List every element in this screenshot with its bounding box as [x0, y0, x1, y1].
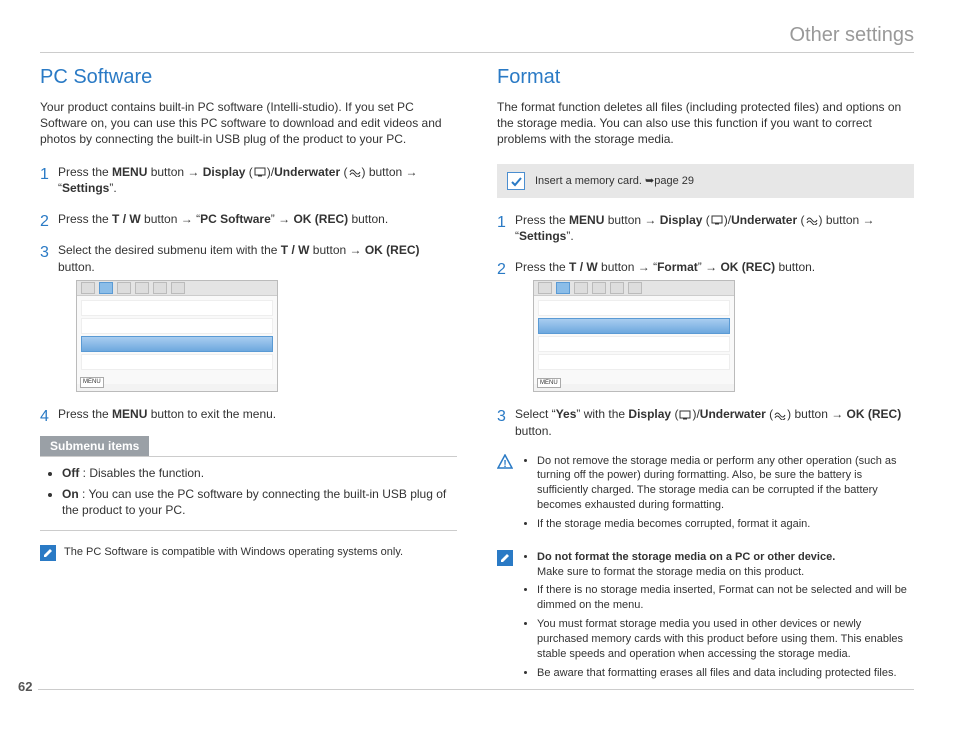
format-warning: ! Do not remove the storage media or per… — [497, 454, 914, 536]
underwater-icon — [349, 167, 361, 177]
pc-software-ui-screenshot: MENU — [76, 280, 278, 392]
format-intro: The format function deletes all files (i… — [497, 99, 914, 148]
ui-menu-label: MENU — [537, 378, 561, 388]
step-1: Press the MENU button → Display ()/Under… — [40, 164, 457, 198]
info-3: You must format storage media you used i… — [537, 617, 914, 662]
display-icon — [711, 215, 723, 225]
info-2: If there is no storage media inserted, F… — [537, 583, 914, 613]
pencil-note-icon — [497, 550, 513, 566]
section-title-pc-software: PC Software — [40, 66, 457, 89]
check-icon — [507, 172, 525, 190]
display-icon — [254, 167, 266, 177]
info-1: Do not format the storage media on a PC … — [537, 550, 914, 580]
warn-2: If the storage media becomes corrupted, … — [537, 517, 914, 532]
submenu-items-box: Off : Disables the function. On : You ca… — [40, 456, 457, 531]
right-column: Format The format function deletes all f… — [497, 60, 914, 685]
step-3: Select the desired submenu item with the… — [40, 242, 457, 392]
alert-icon: ! — [497, 454, 513, 470]
warn-1: Do not remove the storage media or perfo… — [537, 454, 914, 513]
format-step-1: Press the MENU button → Display ()/Under… — [497, 212, 914, 246]
svg-text:!: ! — [503, 459, 506, 470]
pencil-note-icon — [40, 545, 56, 561]
format-ui-screenshot: MENU — [533, 280, 735, 392]
pc-software-intro: Your product contains built-in PC softwa… — [40, 99, 457, 148]
pc-software-note: The PC Software is compatible with Windo… — [40, 545, 457, 561]
format-step-3: Select “Yes” with the Display ()/Underwa… — [497, 406, 914, 440]
info-4: Be aware that formatting erases all file… — [537, 666, 914, 681]
underwater-icon — [774, 410, 786, 420]
left-column: PC Software Your product contains built-… — [40, 60, 457, 685]
display-icon — [679, 410, 691, 420]
underwater-icon — [806, 215, 818, 225]
format-step-2: Press the T / W button → “Format” → OK (… — [497, 259, 914, 392]
section-title-format: Format — [497, 66, 914, 89]
submenu-off: Off : Disables the function. — [62, 465, 453, 481]
step-2: Press the T / W button → “PC Software” →… — [40, 211, 457, 228]
insert-card-callout: Insert a memory card. ➥page 29 — [497, 164, 914, 198]
footer-rule — [38, 689, 914, 690]
ui-menu-label: MENU — [80, 377, 104, 387]
format-info: Do not format the storage media on a PC … — [497, 550, 914, 685]
submenu-on: On : You can use the PC software by conn… — [62, 486, 453, 518]
step-4: Press the MENU button to exit the menu. — [40, 406, 457, 423]
page-number: 62 — [18, 679, 32, 694]
submenu-items-header: Submenu items — [40, 436, 149, 456]
